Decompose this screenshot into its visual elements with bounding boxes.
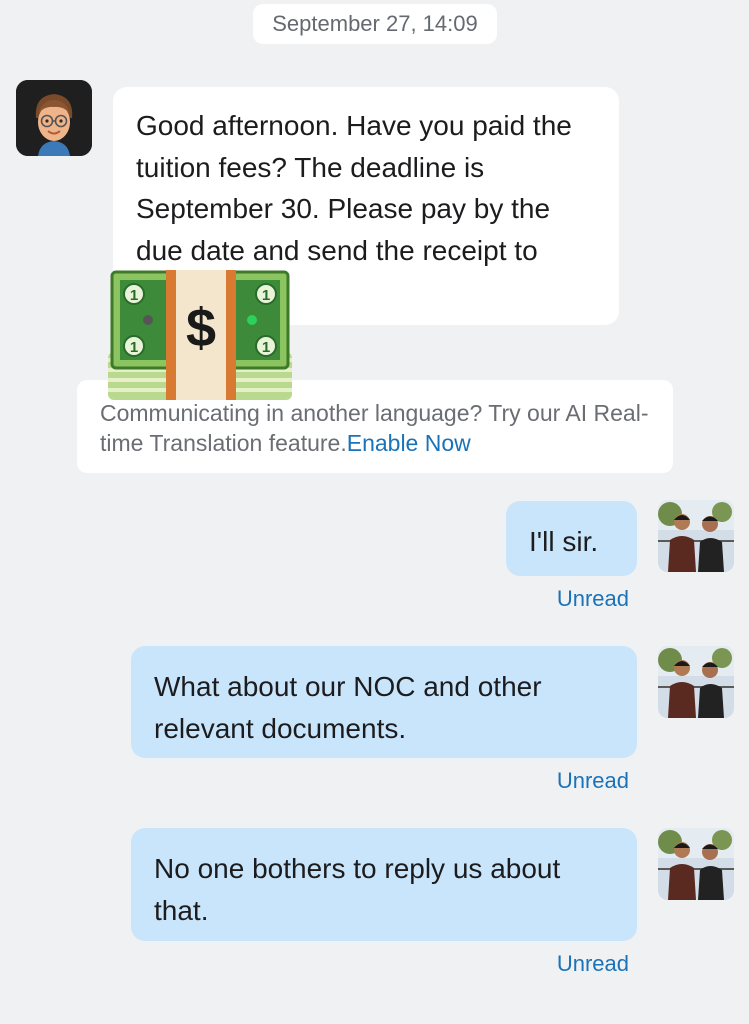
incoming-message-text: Good afternoon. Have you paid the tuitio… [136, 110, 572, 266]
denomination-label: 1 [130, 339, 138, 356]
dollar-sign: $ [186, 298, 216, 358]
sender-avatar[interactable] [16, 80, 92, 156]
denomination-label: 1 [130, 287, 138, 304]
denomination-label: 1 [262, 339, 270, 356]
denomination-label: 1 [262, 287, 270, 304]
outgoing-message-bubble[interactable]: No one bothers to reply us about that. [131, 828, 637, 941]
user-avatar[interactable] [658, 828, 734, 900]
money-bag-icon: 1 1 1 1 $ [108, 270, 292, 400]
read-status: Unread [556, 586, 629, 611]
two-people-photo-icon [658, 646, 734, 718]
outgoing-message-text: No one bothers to reply us about that. [154, 853, 561, 926]
outgoing-message-bubble[interactable]: What about our NOC and other relevant do… [131, 646, 637, 758]
read-status: Unread [556, 768, 629, 793]
date-separator: September 27, 14:09 [253, 4, 497, 44]
enable-now-link[interactable]: Enable Now [347, 430, 471, 456]
memoji-avatar-icon [16, 80, 92, 156]
two-people-photo-icon [658, 828, 734, 900]
outgoing-message-text: I'll sir. [529, 526, 599, 557]
user-avatar[interactable] [658, 500, 734, 572]
user-avatar[interactable] [658, 646, 734, 718]
two-people-photo-icon [658, 500, 734, 572]
read-status: Unread [556, 951, 629, 976]
outgoing-message-bubble[interactable]: I'll sir. [506, 501, 637, 576]
outgoing-message-text: What about our NOC and other relevant do… [154, 671, 542, 744]
